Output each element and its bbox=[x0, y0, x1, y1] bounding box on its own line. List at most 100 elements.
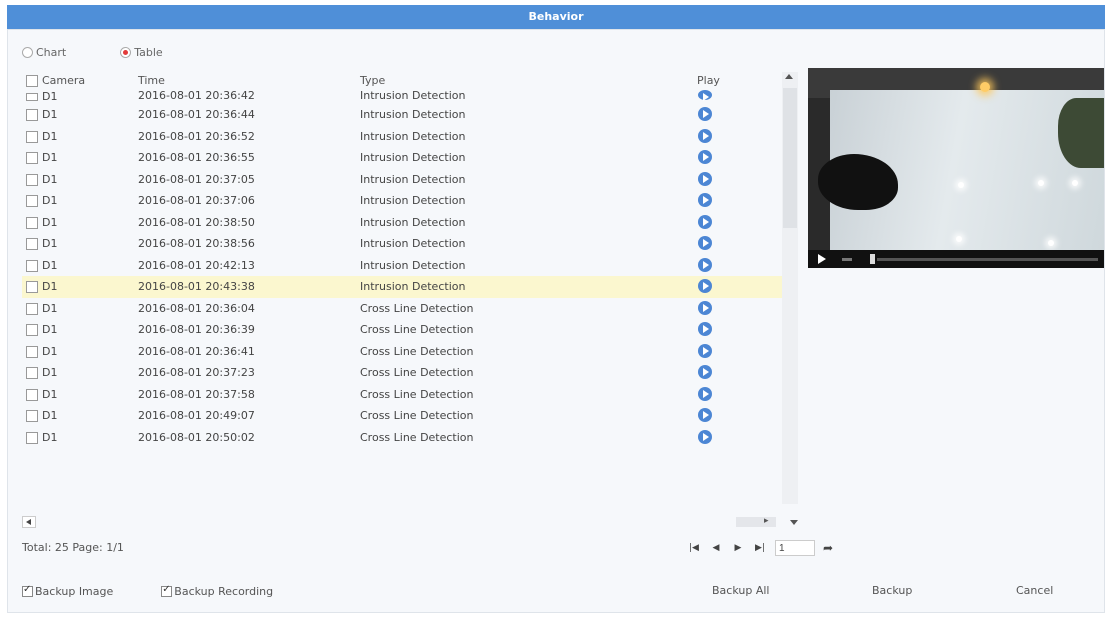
row-checkbox[interactable] bbox=[26, 302, 38, 315]
table-row[interactable]: D1 2016-08-01 20:37:06 Intrusion Detection bbox=[22, 190, 782, 212]
row-play-button[interactable] bbox=[698, 150, 712, 168]
row-play-button[interactable] bbox=[698, 107, 712, 125]
horizontal-scrollbar[interactable]: ▸ bbox=[22, 514, 798, 530]
row-checkbox[interactable] bbox=[26, 130, 38, 143]
row-play-button[interactable] bbox=[698, 408, 712, 426]
row-play-button[interactable] bbox=[698, 429, 712, 448]
row-checkbox[interactable] bbox=[26, 173, 38, 186]
play-icon[interactable] bbox=[698, 171, 712, 186]
table-row[interactable]: D1 2016-08-01 20:50:02 Cross Line Detectio… bbox=[22, 427, 782, 449]
row-play-button[interactable] bbox=[698, 279, 712, 297]
header-type[interactable]: Type bbox=[360, 75, 385, 86]
play-icon[interactable] bbox=[698, 322, 712, 336]
row-checkbox[interactable] bbox=[26, 431, 38, 444]
next-page-icon[interactable]: ▶ bbox=[729, 541, 747, 555]
last-page-icon[interactable]: ▶| bbox=[751, 541, 769, 555]
cancel-button[interactable]: Cancel bbox=[1016, 584, 1053, 597]
row-checkbox[interactable] bbox=[26, 109, 38, 121]
play-icon[interactable] bbox=[698, 107, 712, 121]
vertical-scrollbar[interactable] bbox=[782, 72, 798, 504]
table-row-partial[interactable]: D1 2016-08-01 20:36:42 Intrusion Detecti… bbox=[22, 89, 782, 104]
scroll-down-icon[interactable] bbox=[790, 520, 798, 525]
play-icon[interactable] bbox=[698, 386, 712, 401]
view-chart-option[interactable]: Chart bbox=[22, 46, 66, 59]
table-row[interactable]: D1 2016-08-01 20:42:13 Intrusion Detection bbox=[22, 255, 782, 277]
scroll-left-icon[interactable] bbox=[22, 516, 36, 528]
table-row[interactable]: D1 2016-08-01 20:37:58 Cross Line Detectio… bbox=[22, 384, 782, 406]
video-stop-icon[interactable] bbox=[842, 257, 852, 261]
backup-all-button[interactable]: Backup All bbox=[712, 584, 769, 597]
first-page-icon[interactable]: |◀ bbox=[685, 541, 703, 555]
play-icon[interactable] bbox=[698, 300, 712, 315]
row-checkbox[interactable] bbox=[26, 388, 38, 401]
play-icon[interactable] bbox=[698, 365, 712, 379]
scroll-right-icon[interactable]: ▸ bbox=[764, 516, 769, 526]
row-checkbox[interactable] bbox=[26, 195, 38, 207]
play-icon[interactable] bbox=[698, 429, 712, 444]
video-progress-knob[interactable] bbox=[870, 254, 875, 264]
backup-recording-checkbox[interactable] bbox=[161, 584, 173, 597]
row-play-button[interactable] bbox=[698, 214, 712, 233]
table-row[interactable]: D1 2016-08-01 20:49:07 Cross Line Detectio… bbox=[22, 405, 782, 427]
table-row[interactable]: D1 2016-08-01 20:36:41 Cross Line Detectio… bbox=[22, 341, 782, 363]
row-play-button[interactable] bbox=[698, 236, 712, 254]
table-row[interactable]: D1 2016-08-01 20:37:23 Cross Line Detectio… bbox=[22, 362, 782, 384]
go-page-icon[interactable]: ➦ bbox=[823, 541, 833, 555]
play-icon[interactable] bbox=[698, 150, 712, 164]
table-row[interactable]: D1 2016-08-01 20:36:44 Intrusion Detection bbox=[22, 104, 782, 126]
play-icon[interactable] bbox=[698, 408, 712, 422]
video-progress-track[interactable] bbox=[877, 257, 1098, 261]
row-play-button[interactable] bbox=[698, 128, 712, 147]
play-icon[interactable] bbox=[698, 90, 712, 101]
row-checkbox[interactable] bbox=[26, 410, 38, 422]
row-play-button[interactable] bbox=[698, 322, 712, 340]
row-play-button[interactable] bbox=[698, 257, 712, 276]
table-row[interactable]: D1 2016-08-01 20:43:38 Intrusion Detection bbox=[22, 276, 782, 298]
row-checkbox[interactable] bbox=[26, 259, 38, 272]
backup-button[interactable]: Backup bbox=[872, 584, 912, 597]
row-play-button[interactable] bbox=[698, 90, 712, 104]
play-icon[interactable] bbox=[698, 214, 712, 229]
play-icon[interactable] bbox=[698, 128, 712, 143]
table-row[interactable]: D1 2016-08-01 20:36:39 Cross Line Detectio… bbox=[22, 319, 782, 341]
select-all-checkbox[interactable] bbox=[26, 75, 38, 87]
radio-table[interactable] bbox=[120, 46, 132, 58]
row-checkbox[interactable] bbox=[26, 216, 38, 229]
view-table-option[interactable]: Table bbox=[120, 46, 163, 59]
row-checkbox[interactable] bbox=[26, 281, 38, 293]
play-icon[interactable] bbox=[698, 279, 712, 293]
row-checkbox[interactable] bbox=[26, 152, 38, 164]
page-number-input[interactable] bbox=[775, 540, 815, 556]
row-play-button[interactable] bbox=[698, 171, 712, 190]
row-play-button[interactable] bbox=[698, 193, 712, 211]
play-icon[interactable] bbox=[698, 193, 712, 207]
hscroll-thumb[interactable] bbox=[736, 517, 776, 527]
video-play-icon[interactable] bbox=[818, 254, 826, 264]
play-icon[interactable] bbox=[698, 236, 712, 250]
table-row[interactable]: D1 2016-08-01 20:36:04 Cross Line Detectio… bbox=[22, 298, 782, 320]
row-play-button[interactable] bbox=[698, 300, 712, 319]
backup-image-checkbox[interactable] bbox=[22, 584, 33, 597]
row-play-button[interactable] bbox=[698, 343, 712, 362]
radio-chart[interactable] bbox=[22, 46, 33, 58]
header-time[interactable]: Time bbox=[138, 75, 165, 86]
backup-image-option[interactable]: Backup Image bbox=[22, 584, 113, 598]
table-row[interactable]: D1 2016-08-01 20:37:05 Intrusion Detection bbox=[22, 169, 782, 191]
row-checkbox[interactable] bbox=[26, 238, 38, 250]
table-row[interactable]: D1 2016-08-01 20:36:52 Intrusion Detection bbox=[22, 126, 782, 148]
row-checkbox[interactable] bbox=[26, 345, 38, 358]
table-row[interactable]: D1 2016-08-01 20:38:50 Intrusion Detection bbox=[22, 212, 782, 234]
row-checkbox[interactable] bbox=[26, 324, 38, 336]
prev-page-icon[interactable]: ◀ bbox=[707, 541, 725, 555]
play-icon[interactable] bbox=[698, 257, 712, 272]
play-icon[interactable] bbox=[698, 343, 712, 358]
row-checkbox[interactable] bbox=[26, 93, 38, 101]
table-row[interactable]: D1 2016-08-01 20:38:56 Intrusion Detection bbox=[22, 233, 782, 255]
row-play-button[interactable] bbox=[698, 386, 712, 405]
backup-recording-option[interactable]: Backup Recording bbox=[161, 584, 273, 598]
scroll-thumb[interactable] bbox=[783, 88, 797, 228]
row-checkbox[interactable] bbox=[26, 367, 38, 379]
scroll-up-icon[interactable] bbox=[785, 74, 793, 79]
row-play-button[interactable] bbox=[698, 365, 712, 383]
table-row[interactable]: D1 2016-08-01 20:36:55 Intrusion Detection bbox=[22, 147, 782, 169]
